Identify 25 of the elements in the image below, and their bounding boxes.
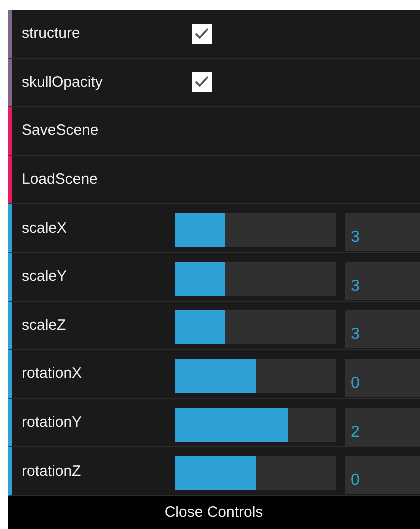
number-field[interactable]: 3: [345, 310, 420, 348]
number-field[interactable]: 3: [345, 262, 420, 300]
control-label: scaleY: [21, 268, 68, 286]
number-field[interactable]: 0: [345, 358, 420, 397]
close-controls-button[interactable]: Close Controls: [8, 496, 420, 529]
control-label: scaleX: [21, 220, 68, 237]
checkbox[interactable]: [192, 24, 212, 44]
number-field[interactable]: 2: [345, 408, 420, 446]
control-label: rotationX: [21, 365, 84, 382]
slider[interactable]: [175, 408, 336, 442]
number-field[interactable]: 3: [345, 213, 420, 252]
slider[interactable]: [175, 310, 336, 344]
control-label: structure: [21, 25, 82, 42]
control-label: rotationZ: [21, 462, 82, 480]
control-label: rotationY: [21, 414, 84, 432]
function-button[interactable]: LoadScene: [12, 170, 175, 190]
control-label: scaleZ: [21, 316, 68, 334]
number-field[interactable]: 0: [345, 456, 420, 494]
control-label: skullOpacity: [21, 74, 104, 91]
function-button[interactable]: SaveScene: [12, 121, 175, 140]
checkbox[interactable]: [192, 72, 212, 92]
slider[interactable]: [175, 456, 336, 490]
slider[interactable]: [175, 262, 336, 296]
slider[interactable]: [175, 358, 336, 393]
slider[interactable]: [175, 213, 336, 248]
